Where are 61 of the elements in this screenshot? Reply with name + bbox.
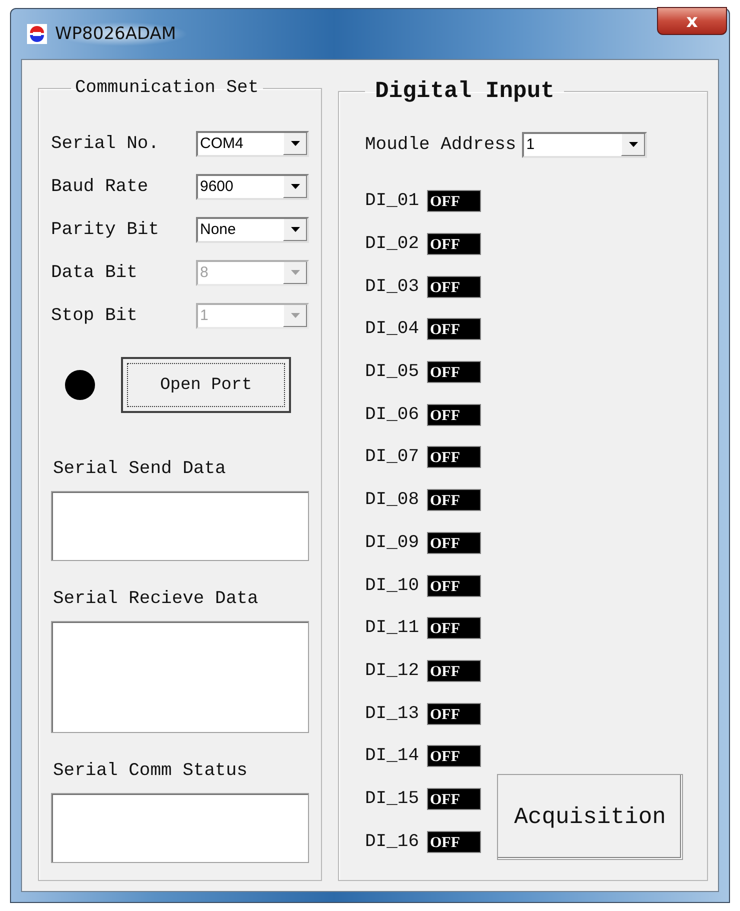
dropdown-arrow-icon (290, 226, 300, 232)
dropdown[interactable]: None (196, 216, 309, 242)
comm-status-field[interactable] (51, 793, 309, 863)
dropdown-arrow-icon (290, 270, 300, 274)
field-label: Serial Comm Status (53, 761, 248, 781)
setting-label: Baud Rate (51, 176, 148, 196)
address-label: Moudle Address (365, 135, 516, 155)
app-logo-icon (27, 24, 47, 44)
field-label: Serial Recieve Data (53, 589, 260, 609)
state-indicator: OFF (427, 745, 482, 768)
state-indicator: OFF (427, 617, 482, 640)
input-label: DI_06 (365, 404, 420, 425)
state-indicator: OFF (427, 489, 482, 512)
group-title: Digital Input (374, 78, 556, 104)
input-label: DI_05 (365, 362, 420, 382)
dropdown-arrow-icon (290, 140, 300, 146)
state-indicator: OFF (427, 276, 482, 298)
input-label: DI_13 (365, 704, 420, 724)
dropdown-arrow-icon (290, 312, 300, 318)
state-indicator: OFF (427, 404, 482, 426)
state-indicator: OFF (427, 660, 482, 682)
state-indicator: OFF (427, 190, 482, 212)
dropdown[interactable]: 9600 (196, 174, 309, 200)
input-label: DI_11 (365, 618, 420, 638)
input-label: DI_02 (365, 234, 420, 254)
state-indicator: OFF (427, 361, 482, 384)
acquisition-button[interactable]: Acquisition (497, 774, 684, 860)
input-label: DI_16 (365, 832, 420, 852)
setting-label: Parity Bit (51, 220, 160, 240)
input-label: DI_07 (365, 447, 420, 468)
state-indicator: OFF (427, 830, 482, 853)
window-title: WP8026ADAM (55, 22, 188, 46)
input-label: DI_03 (365, 276, 420, 297)
close-button[interactable]: x (657, 7, 727, 35)
state-indicator: OFF (427, 446, 482, 468)
input-label: DI_08 (365, 490, 420, 510)
input-label: DI_10 (365, 576, 420, 596)
state-indicator: OFF (427, 318, 482, 340)
address-dropdown[interactable]: 1 (522, 132, 648, 158)
dropdown-arrow-icon (290, 184, 300, 188)
field-label: Serial Send Data (53, 459, 227, 479)
state-indicator: OFF (427, 788, 482, 810)
input-label: DI_04 (365, 319, 420, 340)
setting-label: Data Bit (51, 262, 138, 282)
group-title: Communication Set (74, 78, 260, 98)
setting-label: Serial No. (51, 134, 160, 154)
dropdown[interactable]: COM4 (196, 130, 309, 156)
dropdown-arrow-icon (628, 142, 638, 147)
state-indicator: OFF (427, 532, 482, 554)
input-label: DI_12 (365, 660, 420, 681)
state-indicator: OFF (427, 702, 482, 725)
input-label: DI_01 (365, 191, 420, 212)
input-label: DI_15 (365, 788, 420, 809)
open-port-button[interactable]: Open Port (121, 357, 291, 413)
setting-label: Stop Bit (51, 306, 138, 326)
state-indicator: OFF (427, 233, 482, 256)
receive-data-field[interactable] (51, 621, 309, 733)
input-label: DI_09 (365, 532, 420, 553)
input-label: DI_14 (365, 746, 420, 766)
send-data-field[interactable] (51, 491, 309, 561)
state-indicator: OFF (427, 574, 482, 597)
